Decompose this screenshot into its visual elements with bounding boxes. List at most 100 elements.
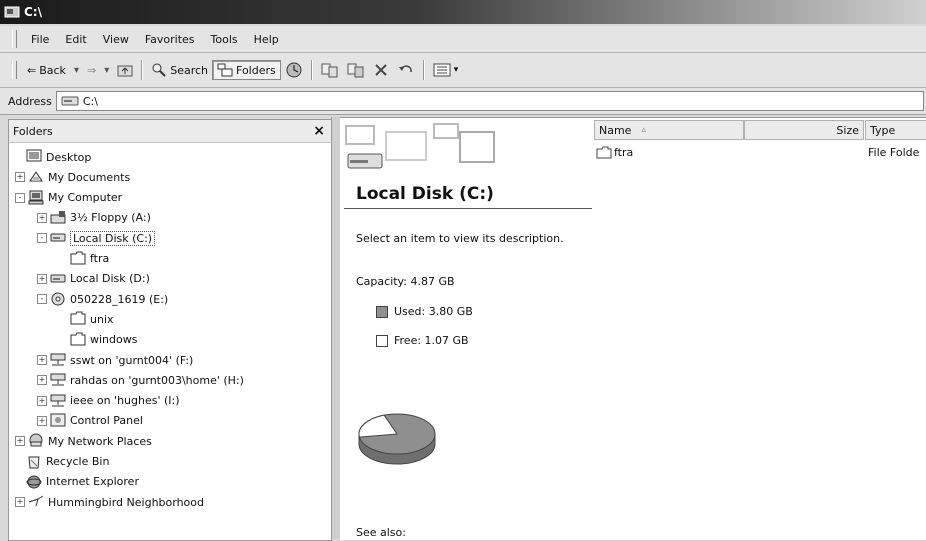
folder-icon — [596, 146, 612, 159]
expand-icon[interactable]: + — [37, 395, 47, 406]
tree-item-label: 3½ Floppy (A:) — [70, 211, 151, 225]
expand-icon[interactable]: + — [37, 273, 47, 284]
tree-item-label: ieee on 'hughes' (I:) — [70, 394, 180, 408]
tree-item-label: ftra — [90, 252, 110, 265]
views-button[interactable]: ▾ — [429, 61, 463, 79]
back-dropdown-icon[interactable]: ▾ — [70, 65, 83, 76]
tree-item-label: My Network Places — [48, 434, 152, 448]
recycle-bin-icon — [28, 456, 40, 468]
see-also-label: See also: — [356, 526, 406, 539]
tree-item[interactable]: + sswt on 'gurnt004' (F:) — [37, 350, 193, 370]
tree-item[interactable]: Recycle Bin — [15, 452, 109, 472]
tree-item[interactable]: unix — [59, 309, 114, 329]
tree-item[interactable]: + ieee on 'hughes' (I:) — [37, 391, 180, 411]
hard-drive-icon — [50, 233, 66, 242]
tree-item-label: windows — [90, 333, 138, 347]
menu-view[interactable]: View — [95, 33, 137, 46]
copy-to-icon — [347, 63, 364, 78]
history-icon — [286, 62, 302, 78]
forward-dropdown-icon[interactable]: ▾ — [100, 65, 113, 76]
column-header-type[interactable]: Type — [865, 120, 926, 140]
tree-item[interactable]: + rahdas on 'gurnt003\home' (H:) — [37, 370, 244, 390]
search-button[interactable]: Search — [147, 60, 212, 80]
toolbar-grip[interactable] — [12, 61, 17, 79]
tree-item-label: rahdas on 'gurnt003\home' (H:) — [70, 373, 244, 387]
menu-favorites[interactable]: Favorites — [137, 33, 203, 46]
column-header-name[interactable]: Name ▵ — [594, 120, 744, 140]
tree-item[interactable]: + Hummingbird Neighborhood — [15, 492, 204, 512]
network-drive-icon — [50, 394, 66, 407]
expand-icon[interactable]: + — [37, 212, 47, 223]
up-folder-button[interactable] — [113, 61, 137, 79]
tree-item[interactable]: + My Documents — [15, 167, 130, 187]
tree-item[interactable]: - 050228_1619 (E:) — [37, 289, 168, 309]
history-button[interactable] — [281, 59, 307, 81]
window-title: C:\ — [24, 5, 42, 19]
tree-item-label: unix — [90, 312, 114, 326]
address-input[interactable]: C:\ — [55, 91, 924, 111]
tree-item[interactable]: + Local Disk (D:) — [37, 269, 150, 289]
tree-item[interactable]: ftra — [59, 249, 109, 269]
tree-item[interactable]: + My Network Places — [15, 431, 152, 451]
menu-bar: File Edit View Favorites Tools Help — [0, 26, 926, 53]
toolbar-separator — [422, 60, 425, 80]
menu-tools[interactable]: Tools — [203, 33, 246, 46]
network-places-icon — [29, 433, 43, 447]
expand-icon[interactable]: + — [15, 497, 25, 508]
free-swatch — [376, 334, 388, 347]
menu-grip[interactable] — [12, 30, 17, 48]
drive-banner-graphic — [345, 123, 495, 169]
tree-item[interactable]: - Local Disk (C:) — [37, 228, 156, 248]
used-legend: Used: 3.80 GB — [376, 305, 473, 318]
collapse-icon[interactable]: - — [37, 294, 47, 305]
tree-item-label: Internet Explorer — [46, 475, 139, 489]
used-swatch — [376, 305, 388, 318]
menu-file[interactable]: File — [23, 33, 57, 46]
search-label: Search — [170, 63, 209, 77]
tree-item[interactable]: Desktop — [15, 147, 91, 167]
expand-icon[interactable]: + — [37, 355, 47, 365]
delete-button[interactable] — [369, 60, 393, 80]
expand-icon[interactable]: + — [15, 436, 25, 447]
views-icon — [433, 63, 451, 77]
move-to-button[interactable] — [317, 60, 343, 80]
copy-to-button[interactable] — [343, 60, 369, 80]
window-explorer-icon[interactable] — [4, 5, 20, 19]
sort-ascending-icon: ▵ — [641, 125, 646, 135]
tree-item[interactable]: - My Computer — [15, 188, 122, 208]
column-size-label: Size — [836, 123, 859, 137]
tree-item[interactable]: Internet Explorer — [15, 472, 139, 492]
expand-icon[interactable]: + — [37, 415, 47, 426]
column-type-label: Type — [870, 123, 896, 137]
menu-help[interactable]: Help — [246, 33, 287, 46]
tree-item[interactable]: windows — [59, 330, 137, 350]
tree-item-label: sswt on 'gurnt004' (F:) — [70, 353, 194, 367]
column-header-size[interactable]: Size — [744, 120, 864, 140]
title-bar: C:\ — [0, 0, 926, 24]
folders-header: Folders × — [9, 120, 331, 143]
used-label: Used: 3.80 GB — [394, 305, 473, 318]
floppy-drive-icon — [50, 210, 66, 224]
collapse-icon[interactable]: - — [37, 233, 47, 244]
tree-item[interactable]: +3½ Floppy (A:) — [37, 208, 151, 228]
folders-button[interactable]: Folders — [212, 60, 281, 80]
back-button[interactable]: ⇐ Back — [23, 62, 70, 79]
forward-arrow-icon: ⇒ — [86, 63, 97, 77]
back-arrow-icon: ⇐ — [27, 63, 37, 77]
views-dropdown-icon: ▾ — [453, 65, 459, 75]
description-text: Select an item to view its description. — [356, 232, 564, 245]
address-bar: Address C:\ — [0, 88, 926, 115]
tree-item[interactable]: + Control Panel — [37, 411, 143, 431]
network-drive-icon — [50, 373, 66, 386]
pane-splitter[interactable] — [331, 117, 340, 539]
close-icon[interactable]: × — [313, 123, 325, 139]
menu-edit[interactable]: Edit — [57, 33, 94, 46]
list-item[interactable]: ftra File Folde — [596, 146, 926, 159]
expand-icon[interactable]: + — [15, 172, 25, 183]
forward-button[interactable]: ⇒ — [83, 62, 100, 79]
undo-button[interactable] — [393, 61, 419, 79]
expand-icon[interactable]: + — [37, 375, 47, 386]
collapse-icon[interactable]: - — [15, 192, 25, 203]
back-label: Back — [39, 63, 66, 77]
disk-usage-pie — [358, 413, 436, 465]
